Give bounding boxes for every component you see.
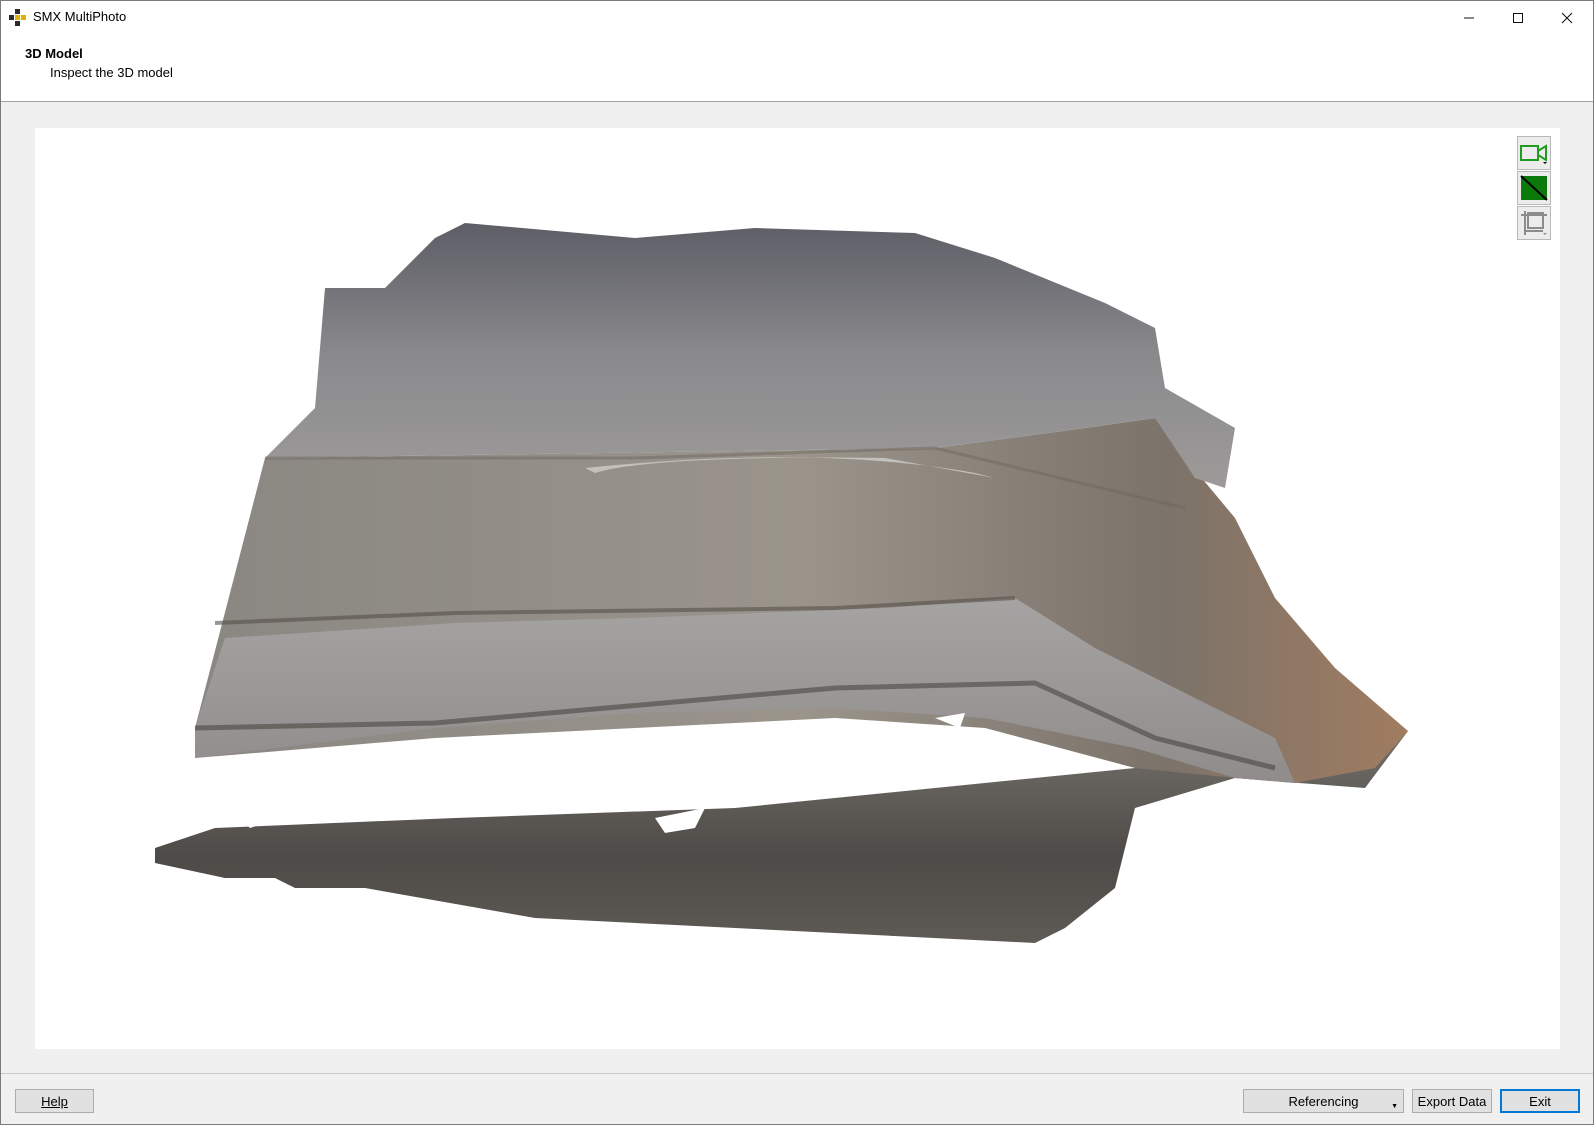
3d-model-viewport[interactable] xyxy=(35,128,1560,1049)
wizard-header: 3D Model Inspect the 3D model xyxy=(1,34,1593,102)
camera-button[interactable] xyxy=(1517,136,1551,170)
view-toolbar xyxy=(1517,136,1551,241)
close-icon xyxy=(1561,12,1573,23)
window-title: SMX MultiPhoto xyxy=(33,9,127,24)
export-data-button[interactable]: Export Data xyxy=(1412,1089,1492,1113)
minimize-button[interactable] xyxy=(1445,1,1493,34)
bounding-box-button[interactable] xyxy=(1517,206,1551,240)
referencing-button[interactable]: Referencing ▼ xyxy=(1243,1089,1404,1113)
shading-button[interactable] xyxy=(1517,171,1551,205)
export-data-button-label: Export Data xyxy=(1417,1093,1487,1109)
maximize-button[interactable] xyxy=(1494,1,1542,34)
help-button[interactable]: Help xyxy=(15,1089,94,1113)
shading-icon xyxy=(1520,175,1548,201)
smx-app-icon xyxy=(9,9,27,27)
help-button-label: Help xyxy=(41,1093,68,1109)
maximize-icon xyxy=(1513,12,1523,23)
quarry-mesh-model[interactable] xyxy=(35,128,1560,1049)
title-bar: SMX MultiPhoto xyxy=(1,1,1593,34)
referencing-button-label: Referencing xyxy=(1288,1093,1359,1109)
footer-divider xyxy=(1,1073,1593,1074)
page-title: 3D Model xyxy=(25,46,83,61)
app-window: SMX MultiPhoto 3D Model Inspect the 3D m… xyxy=(0,0,1594,1125)
camera-icon xyxy=(1520,144,1547,164)
close-button[interactable] xyxy=(1543,1,1591,34)
exit-button-label: Exit xyxy=(1529,1093,1551,1109)
bounding-box-icon xyxy=(1521,211,1547,235)
page-subtitle: Inspect the 3D model xyxy=(50,65,173,80)
minimize-icon xyxy=(1464,17,1474,18)
exit-button[interactable]: Exit xyxy=(1500,1089,1580,1113)
chevron-down-icon: ▼ xyxy=(1391,1103,1398,1110)
